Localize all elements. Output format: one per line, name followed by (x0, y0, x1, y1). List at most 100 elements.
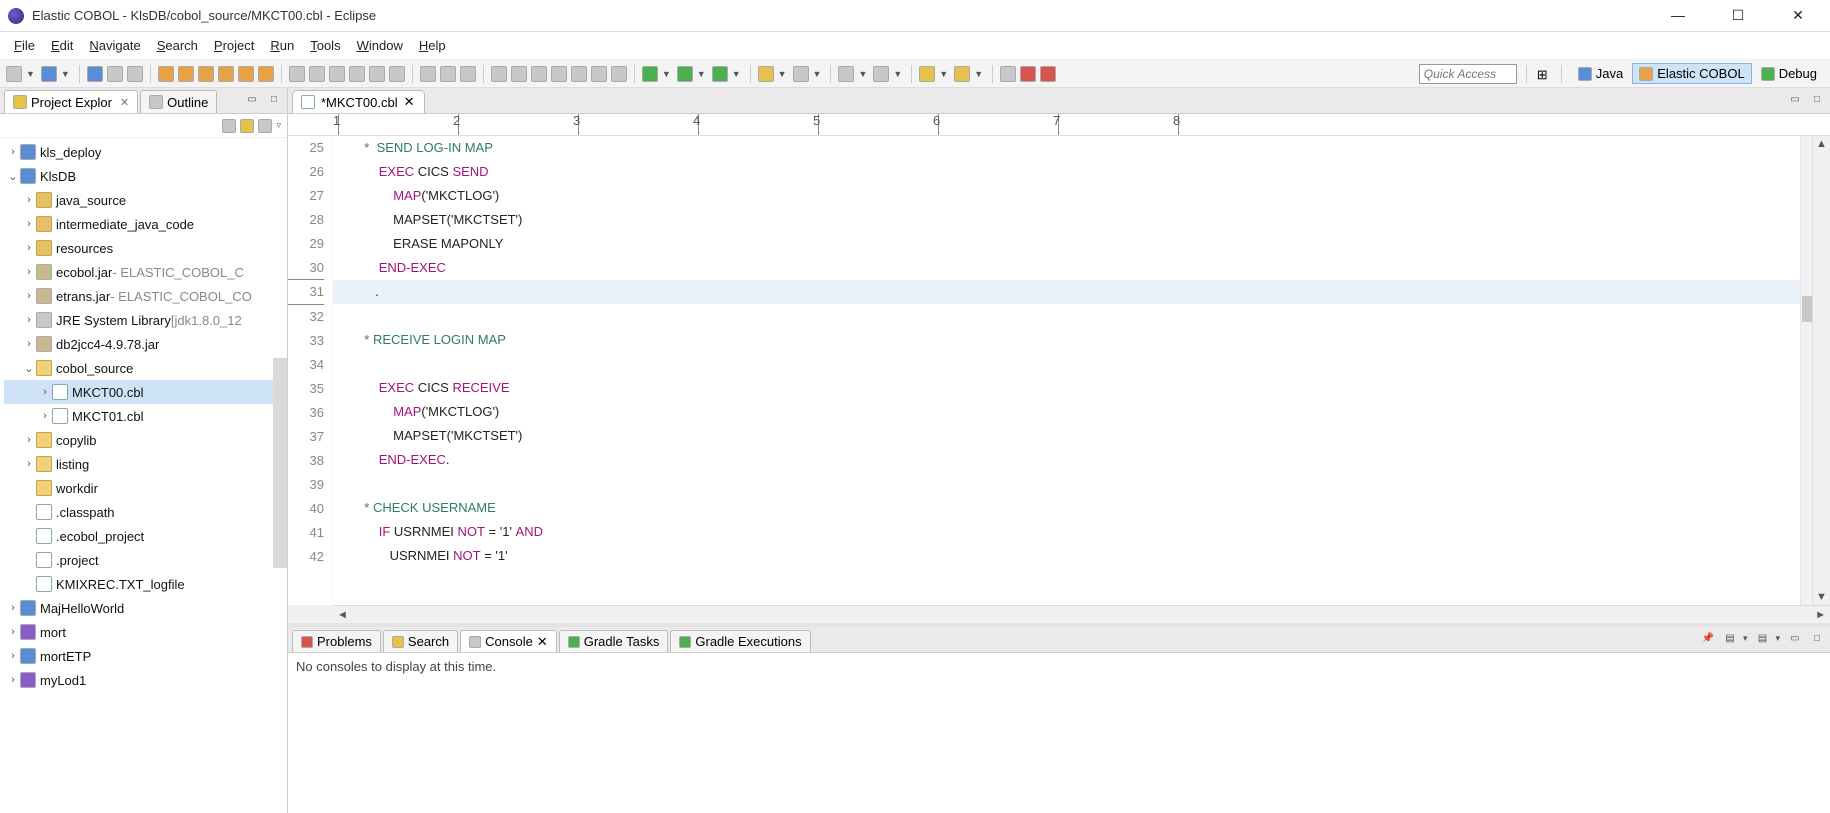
build-icon[interactable] (127, 66, 143, 82)
code-line[interactable]: * SEND LOG-IN MAP (333, 136, 1800, 160)
focus-icon[interactable] (258, 119, 272, 133)
stop-icon[interactable] (511, 66, 527, 82)
perspective-elastic-cobol[interactable]: Elastic COBOL (1632, 63, 1751, 84)
tree-item[interactable]: ›listing (4, 452, 285, 476)
code-line[interactable] (333, 352, 1800, 376)
open-perspective-icon[interactable]: ⊞ (1536, 66, 1552, 82)
view-tab-outline[interactable]: Outline (140, 90, 217, 113)
tree-item[interactable]: ›db2jcc4-4.9.78.jar (4, 332, 285, 356)
code-line[interactable]: * RECEIVE LOGIN MAP (333, 328, 1800, 352)
tree-twistie-icon[interactable]: › (22, 290, 36, 302)
collapse-all-icon[interactable] (222, 119, 236, 133)
menu-item-file[interactable]: File (8, 36, 41, 55)
tree-twistie-icon[interactable]: › (22, 194, 36, 206)
maximize-editor-icon[interactable]: □ (1808, 91, 1826, 107)
code-line[interactable]: MAP('MKCTLOG') (333, 400, 1800, 424)
menu-item-project[interactable]: Project (208, 36, 260, 55)
view-tab-project-explor[interactable]: Project Explor✕ (4, 90, 138, 113)
step-icon[interactable] (611, 66, 627, 82)
code-line[interactable] (333, 472, 1800, 496)
search-icon[interactable] (838, 66, 854, 82)
dropdown-arrow-icon[interactable]: ▾ (1775, 633, 1780, 644)
menu-item-navigate[interactable]: Navigate (83, 36, 146, 55)
coverage-icon[interactable] (712, 66, 728, 82)
menu-item-edit[interactable]: Edit (45, 36, 79, 55)
menu-item-help[interactable]: Help (413, 36, 452, 55)
tree-twistie-icon[interactable]: › (6, 146, 20, 158)
tree-twistie-icon[interactable]: › (6, 674, 20, 686)
new-icon[interactable] (6, 66, 22, 82)
perspective-debug[interactable]: Debug (1754, 63, 1824, 84)
tree-twistie-icon[interactable]: › (6, 650, 20, 662)
tree-item[interactable]: ⌄cobol_source (4, 356, 285, 380)
tool-icon[interactable] (198, 66, 214, 82)
action-icon[interactable] (460, 66, 476, 82)
bottom-tab-gradle-executions[interactable]: Gradle Executions (670, 630, 810, 652)
tool-icon[interactable] (178, 66, 194, 82)
debug-icon[interactable] (642, 66, 658, 82)
dropdown-arrow-icon[interactable]: ▼ (778, 69, 787, 79)
tree-item[interactable]: ›myLod1 (4, 668, 285, 692)
bottom-tab-gradle-tasks[interactable]: Gradle Tasks (559, 630, 669, 652)
minimize-button[interactable]: — (1660, 7, 1696, 24)
minimize-view-icon[interactable]: ▭ (243, 91, 261, 107)
code-line[interactable]: ERASE MAPONLY (333, 232, 1800, 256)
code-line[interactable]: MAPSET('MKCTSET') (333, 424, 1800, 448)
tree-twistie-icon[interactable]: › (22, 434, 36, 446)
dropdown-arrow-icon[interactable]: ▼ (813, 69, 822, 79)
pin-icon[interactable] (1000, 66, 1016, 82)
code-line[interactable]: MAPSET('MKCTSET') (333, 208, 1800, 232)
display-console-icon[interactable]: ▤ (1721, 630, 1739, 646)
pin-console-icon[interactable]: 📌 (1699, 630, 1717, 646)
tree-item[interactable]: ›mortETP (4, 644, 285, 668)
layout-icon[interactable] (349, 66, 365, 82)
tree-item[interactable]: ›MajHelloWorld (4, 596, 285, 620)
scroll-right-icon[interactable]: ► (1815, 609, 1826, 621)
code-line[interactable]: END-EXEC (333, 256, 1800, 280)
scroll-down-icon[interactable]: ▼ (1816, 591, 1827, 603)
close-view-icon[interactable]: ✕ (120, 96, 129, 109)
tree-item[interactable]: ›JRE System Library [jdk1.8.0_12 (4, 308, 285, 332)
bottom-tab-search[interactable]: Search (383, 630, 458, 652)
perspective-java[interactable]: Java (1571, 63, 1630, 84)
nav-forward-icon[interactable] (954, 66, 970, 82)
tree-item[interactable]: ›ecobol.jar - ELASTIC_COBOL_C (4, 260, 285, 284)
code-line[interactable]: . (333, 280, 1800, 304)
step-icon[interactable] (591, 66, 607, 82)
new-class-icon[interactable] (793, 66, 809, 82)
bottom-tab-console[interactable]: Console✕ (460, 630, 557, 652)
tree-twistie-icon[interactable]: › (6, 602, 20, 614)
tree-twistie-icon[interactable]: ⌄ (6, 170, 20, 183)
tree-item[interactable]: ›java_source (4, 188, 285, 212)
action-icon[interactable] (440, 66, 456, 82)
dropdown-arrow-icon[interactable]: ▼ (662, 69, 671, 79)
menu-item-run[interactable]: Run (264, 36, 300, 55)
dropdown-arrow-icon[interactable]: ▼ (26, 69, 35, 79)
dropdown-arrow-icon[interactable]: ▼ (939, 69, 948, 79)
menu-item-search[interactable]: Search (151, 36, 204, 55)
tree-twistie-icon[interactable]: › (38, 386, 52, 398)
dropdown-arrow-icon[interactable]: ▼ (858, 69, 867, 79)
tool-icon[interactable] (218, 66, 234, 82)
tree-item[interactable]: ›etrans.jar - ELASTIC_COBOL_CO (4, 284, 285, 308)
tree-item[interactable]: .project (4, 548, 285, 572)
tree-twistie-icon[interactable]: › (22, 242, 36, 254)
layout-icon[interactable] (389, 66, 405, 82)
maximize-panel-icon[interactable]: □ (1808, 630, 1826, 646)
quick-access-input[interactable] (1419, 64, 1517, 84)
tree-item[interactable]: ›MKCT01.cbl (4, 404, 285, 428)
print-icon[interactable] (107, 66, 123, 82)
maximize-view-icon[interactable]: □ (265, 91, 283, 107)
nav-back-icon[interactable] (919, 66, 935, 82)
dropdown-arrow-icon[interactable]: ▼ (732, 69, 741, 79)
run-icon[interactable] (677, 66, 693, 82)
menu-item-window[interactable]: Window (351, 36, 409, 55)
tree-item[interactable]: ›copylib (4, 428, 285, 452)
horizontal-scrollbar[interactable]: ◄ ► (333, 605, 1830, 623)
dropdown-arrow-icon[interactable]: ▼ (893, 69, 902, 79)
terminate-icon[interactable] (1040, 66, 1056, 82)
tree-item[interactable]: ›mort (4, 620, 285, 644)
code-line[interactable]: EXEC CICS SEND (333, 160, 1800, 184)
link-editor-icon[interactable] (240, 119, 254, 133)
tool-icon[interactable] (158, 66, 174, 82)
